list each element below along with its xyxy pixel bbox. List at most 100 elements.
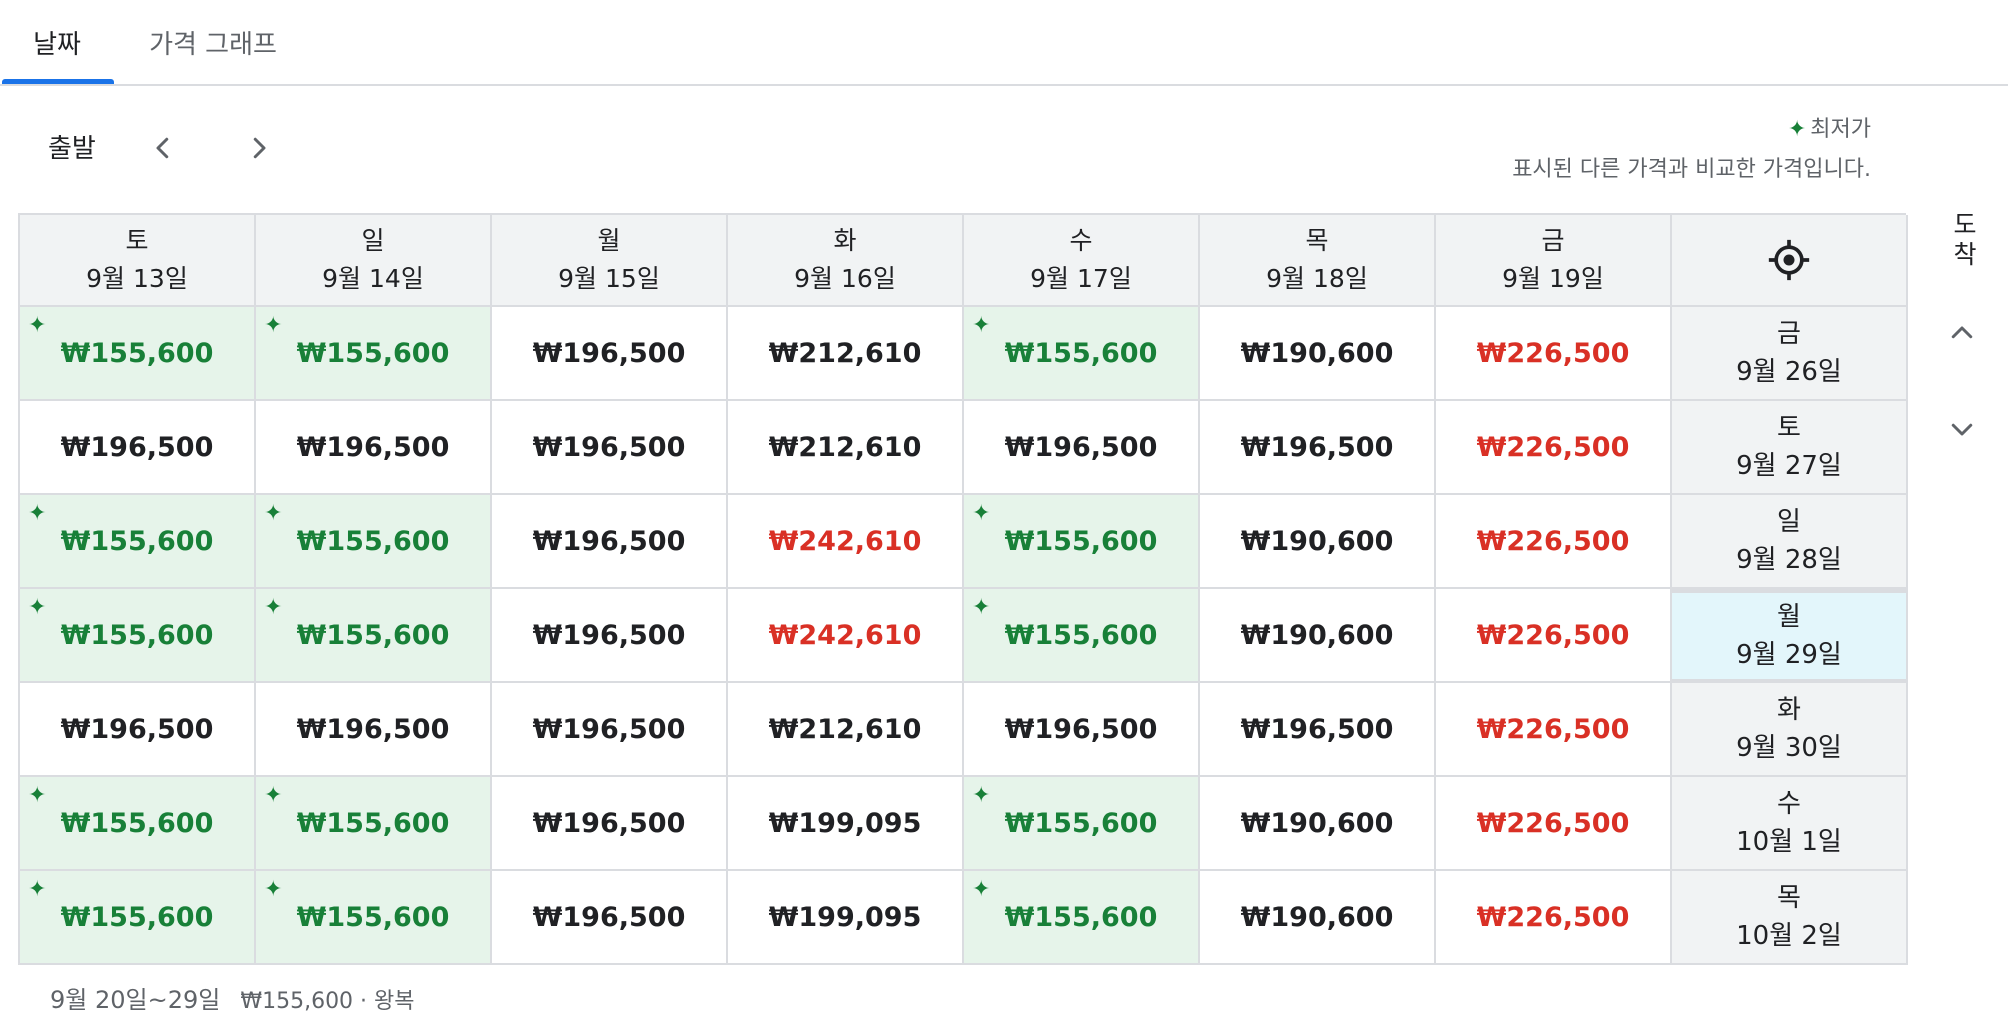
price-cell[interactable]: ✦ ₩155,600 <box>20 871 256 965</box>
price-cell[interactable]: ₩190,600 <box>1200 777 1436 871</box>
date-label: 9월 26일 <box>1736 357 1842 387</box>
price-cell[interactable]: ₩196,500 <box>492 683 728 777</box>
price-cell[interactable]: ✦ ₩155,600 <box>964 307 1200 401</box>
price-cell[interactable]: ₩196,500 <box>492 871 728 965</box>
price-legend: ✦ 최저가 표시된 다른 가격과 비교한 가격입니다. <box>1512 110 1871 190</box>
price-value: ₩155,600 <box>60 337 214 369</box>
price-cell[interactable]: ₩196,500 <box>492 401 728 495</box>
price-cell[interactable]: ✦ ₩155,600 <box>256 495 492 589</box>
date-label: 9월 30일 <box>1736 733 1842 763</box>
price-value: ₩212,610 <box>768 337 922 369</box>
chevron-right-icon <box>253 137 266 159</box>
tab-price-graph[interactable]: 가격 그래프 <box>128 0 298 84</box>
next-return-button[interactable] <box>1940 407 1984 451</box>
price-value: ₩212,610 <box>768 431 922 463</box>
price-cell[interactable]: ₩196,500 <box>492 589 728 683</box>
price-cell[interactable]: ₩212,610 <box>728 307 964 401</box>
price-value: ₩226,500 <box>1476 431 1630 463</box>
price-value: ₩196,500 <box>296 431 450 463</box>
sparkle-icon: ✦ <box>264 313 283 338</box>
prev-week-button[interactable] <box>141 126 185 170</box>
price-value: ₩190,600 <box>1240 807 1394 839</box>
price-cell[interactable]: ₩226,500 <box>1436 307 1672 401</box>
price-value: ₩155,600 <box>1004 337 1158 369</box>
price-cell[interactable]: ✦ ₩155,600 <box>964 589 1200 683</box>
price-cell[interactable]: ₩196,500 <box>20 683 256 777</box>
weekday-label: 금 <box>1541 226 1565 255</box>
price-cell[interactable]: ✦ ₩155,600 <box>256 589 492 683</box>
price-cell[interactable]: ₩196,500 <box>256 401 492 495</box>
next-week-button[interactable] <box>237 126 281 170</box>
price-cell[interactable]: ✦ ₩155,600 <box>256 777 492 871</box>
return-date-header[interactable]: 수 10월 1일 <box>1672 777 1908 871</box>
price-cell[interactable]: ₩196,500 <box>1200 401 1436 495</box>
sparkle-icon: ✦ <box>28 595 47 620</box>
price-cell[interactable]: ✦ ₩155,600 <box>964 777 1200 871</box>
price-cell[interactable]: ₩226,500 <box>1436 871 1672 965</box>
return-date-header[interactable]: 토 9월 27일 <box>1672 401 1908 495</box>
return-date-header[interactable]: 화 9월 30일 <box>1672 683 1908 777</box>
prev-return-button[interactable] <box>1940 311 1984 355</box>
price-cell[interactable]: ₩226,500 <box>1436 401 1672 495</box>
price-value: ₩190,600 <box>1240 337 1394 369</box>
price-cell[interactable]: ₩242,610 <box>728 495 964 589</box>
tab-dates[interactable]: 날짜 <box>0 0 114 84</box>
locate-selection-button[interactable] <box>1672 215 1908 307</box>
sparkle-icon: ✦ <box>264 595 283 620</box>
price-cell[interactable]: ₩196,500 <box>256 683 492 777</box>
price-cell[interactable]: ✦ ₩155,600 <box>964 871 1200 965</box>
price-cell[interactable]: ₩190,600 <box>1200 495 1436 589</box>
price-cell[interactable]: ₩190,600 <box>1200 589 1436 683</box>
price-cell[interactable]: ✦ ₩155,600 <box>964 495 1200 589</box>
return-date-header[interactable]: 금 9월 26일 <box>1672 307 1908 401</box>
price-value: ₩226,500 <box>1476 619 1630 651</box>
price-cell[interactable]: ₩196,500 <box>492 495 728 589</box>
price-cell[interactable]: ₩196,500 <box>492 307 728 401</box>
return-date-header[interactable]: 일 9월 28일 <box>1672 495 1908 589</box>
price-cell[interactable]: ₩196,500 <box>492 777 728 871</box>
price-value: ₩155,600 <box>296 337 450 369</box>
price-cell[interactable]: ₩190,600 <box>1200 871 1436 965</box>
return-date-header[interactable]: 목 10월 2일 <box>1672 871 1908 965</box>
weekday-label: 화 <box>833 226 857 255</box>
price-cell[interactable]: ✦ ₩155,600 <box>20 307 256 401</box>
price-value: ₩155,600 <box>1004 807 1158 839</box>
price-cell[interactable]: ✦ ₩155,600 <box>20 495 256 589</box>
price-value: ₩196,500 <box>1004 431 1158 463</box>
price-cell[interactable]: ₩226,500 <box>1436 683 1672 777</box>
price-cell[interactable]: ₩196,500 <box>964 401 1200 495</box>
price-cell[interactable]: ₩196,500 <box>20 401 256 495</box>
price-cell[interactable]: ✦ ₩155,600 <box>256 307 492 401</box>
date-label: 9월 13일 <box>86 264 188 293</box>
departure-date-header: 금 9월 19일 <box>1436 215 1672 307</box>
price-cell[interactable]: ₩212,610 <box>728 683 964 777</box>
price-value: ₩196,500 <box>1240 431 1394 463</box>
weekday-label: 금 <box>1777 319 1801 349</box>
price-cell[interactable]: ✦ ₩155,600 <box>20 589 256 683</box>
price-cell[interactable]: ₩199,095 <box>728 871 964 965</box>
price-cell[interactable]: ✦ ₩155,600 <box>20 777 256 871</box>
price-value: ₩199,095 <box>768 901 922 933</box>
price-value: ₩196,500 <box>532 807 686 839</box>
price-cell[interactable]: ✦ ₩155,600 <box>256 871 492 965</box>
price-value: ₩155,600 <box>1004 619 1158 651</box>
price-value: ₩199,095 <box>768 807 922 839</box>
return-date-header[interactable]: 월 9월 29일 <box>1672 589 1908 683</box>
sparkle-icon: ✦ <box>264 877 283 902</box>
price-cell[interactable]: ₩196,500 <box>1200 683 1436 777</box>
price-cell[interactable]: ₩196,500 <box>964 683 1200 777</box>
price-cell[interactable]: ₩226,500 <box>1436 777 1672 871</box>
price-cell[interactable]: ₩242,610 <box>728 589 964 683</box>
sparkle-icon: ✦ <box>28 313 47 338</box>
price-cell[interactable]: ₩212,610 <box>728 401 964 495</box>
weekday-label: 토 <box>125 226 149 255</box>
price-cell[interactable]: ₩226,500 <box>1436 495 1672 589</box>
price-value: ₩226,500 <box>1476 901 1630 933</box>
sparkle-icon: ✦ <box>28 783 47 808</box>
price-cell[interactable]: ₩199,095 <box>728 777 964 871</box>
price-value: ₩155,600 <box>296 619 450 651</box>
price-cell[interactable]: ₩190,600 <box>1200 307 1436 401</box>
sparkle-icon: ✦ <box>28 501 47 526</box>
date-label: 10월 2일 <box>1736 921 1842 951</box>
price-cell[interactable]: ₩226,500 <box>1436 589 1672 683</box>
